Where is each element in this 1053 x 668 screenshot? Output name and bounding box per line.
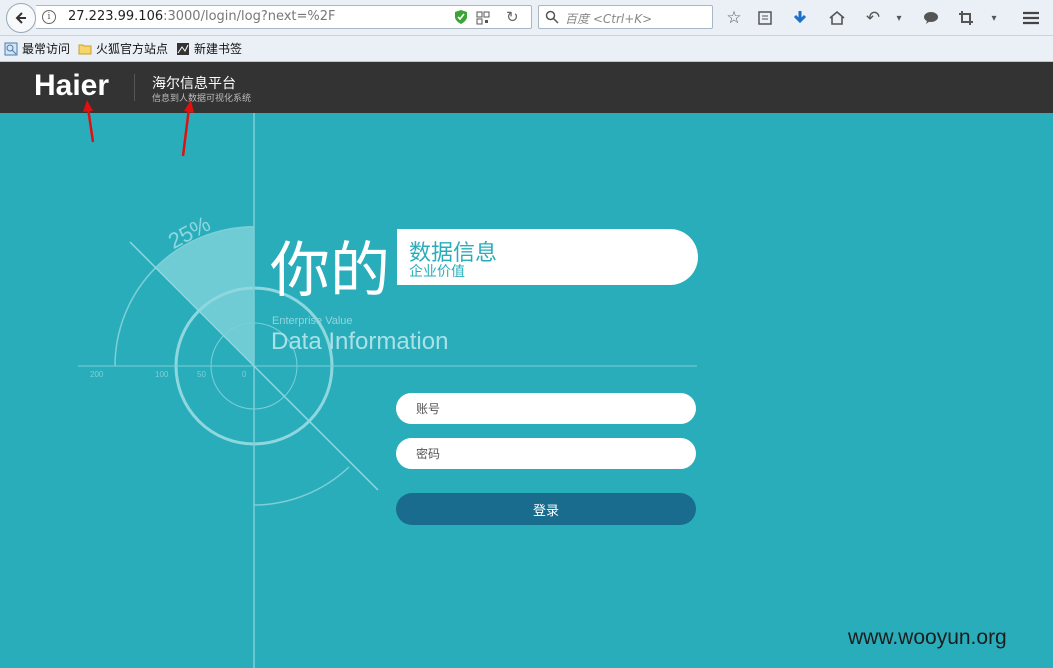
enterprise-value-text: Enterprise Value [272,315,353,327]
tick-label: 50 [197,370,206,379]
bookmark-page-icon [176,42,190,56]
platform-title: 海尔信息平台 [152,76,236,92]
search-icon [545,9,559,28]
password-input[interactable] [396,438,696,469]
hero-pill: 数据信息 企业价值 [397,229,698,285]
most-visited-icon [4,42,18,56]
platform-subtitle: 信息到人数据可视化系统 [152,94,252,104]
hero-big-title: 你的 [270,236,390,306]
chevron-down-icon[interactable]: ▾ [982,6,1006,30]
url-text[interactable]: 27.223.99.106:3000/login/log?next=%2F [68,9,336,24]
reading-list-icon[interactable] [753,6,777,30]
bookmark-firefox-site[interactable]: 火狐官方站点 [78,40,168,57]
shield-icon[interactable] [454,9,468,29]
undo-icon[interactable]: ↶ [861,6,885,30]
search-bar[interactable]: 百度 <Ctrl+K> [538,5,713,29]
account-input[interactable] [396,393,696,424]
data-information-text: Data Information [271,328,449,355]
tick-label: 100 [155,370,169,379]
annotation-arrow [83,100,95,143]
info-icon[interactable]: i [42,10,56,24]
tick-label: 200 [90,370,104,379]
site-header: Haier 海尔信息平台 信息到人数据可视化系统 [0,62,1053,113]
bookmark-star-icon[interactable]: ☆ [722,6,746,30]
back-icon[interactable] [6,3,36,33]
address-bar[interactable]: i 27.223.99.106:3000/login/log?next=%2F … [36,5,532,29]
browser-toolbar: i 27.223.99.106:3000/login/log?next=%2F … [0,0,1053,36]
watermark: www.wooyun.org [848,626,1007,649]
home-icon[interactable] [825,6,849,30]
menu-icon[interactable] [1019,6,1043,30]
chat-icon[interactable] [919,6,943,30]
qr-code-icon[interactable] [476,10,490,29]
bookmark-most-visited[interactable]: 最常访问 [4,40,70,57]
chevron-down-icon[interactable]: ▾ [887,6,911,30]
quarter-sector [155,226,254,366]
radar-decoration: 200 100 50 0 25% [78,113,697,668]
pill-subtitle: 企业价值 [409,264,465,280]
header-divider [134,74,135,101]
download-icon[interactable] [788,6,812,30]
bookmarks-bar: 最常访问 火狐官方站点 新建书签 [0,36,1053,62]
annotation-arrow [181,100,194,157]
crop-icon[interactable] [954,6,978,30]
outer-arc-bottom [253,466,350,506]
tick-label: 0 [242,370,247,379]
folder-icon [78,42,92,56]
reload-icon[interactable]: ↻ [506,8,519,26]
search-placeholder: 百度 <Ctrl+K> [565,12,653,26]
login-button[interactable]: 登录 [396,493,696,525]
bookmark-new[interactable]: 新建书签 [176,40,242,57]
